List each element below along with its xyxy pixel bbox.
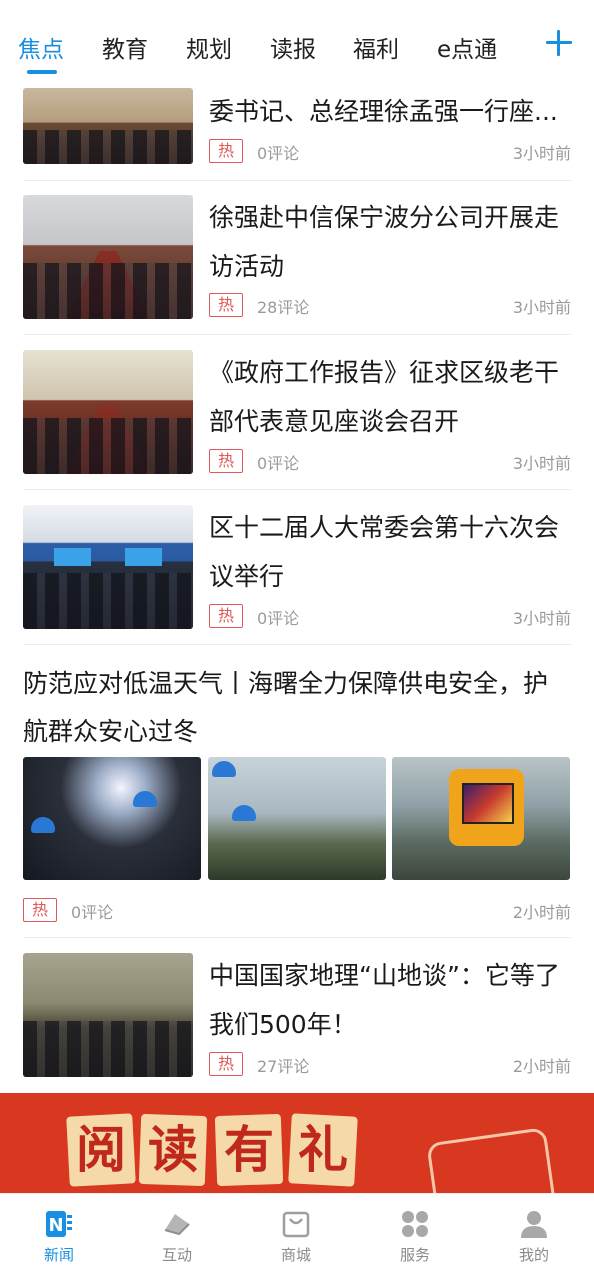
shop-icon [282, 1211, 310, 1238]
nav-interact[interactable]: 互动 [118, 1194, 236, 1280]
news-item[interactable]: 中国国家地理“山地谈”：它等了我们500年！ 热 27评论 2小时前 [23, 953, 571, 1077]
envelope-icon [426, 1127, 558, 1193]
interact-icon [164, 1214, 190, 1236]
news-title: 中国国家地理“山地谈”：它等了我们500年！ [209, 961, 560, 1039]
nav-label: 服务 [399, 1246, 430, 1264]
divider [23, 334, 571, 335]
comment-count: 0评论 [257, 454, 300, 473]
news-item[interactable]: 徐强赴中信保宁波分公司开展走访活动 热 28评论 3小时前 [23, 195, 571, 319]
feature-image-2[interactable] [208, 757, 386, 880]
nav-shop[interactable]: 商城 [237, 1194, 355, 1280]
tab-welfare[interactable]: 福利 [353, 30, 399, 64]
feature-title[interactable]: 防范应对低温天气丨海曙全力保障供电安全，护航群众安心过冬 [23, 660, 571, 756]
divider [23, 644, 571, 645]
thermal-camera-image [448, 769, 524, 846]
hot-badge: 热 [209, 293, 243, 317]
nav-news[interactable]: N 新闻 [0, 1194, 118, 1280]
news-thumbnail [23, 195, 193, 319]
publish-time: 2小时前 [512, 903, 571, 922]
people-image [23, 573, 193, 629]
people-image [23, 418, 193, 474]
news-item[interactable]: 《政府工作报告》征求区级老干部代表意见座谈会召开 热 0评论 3小时前 [23, 350, 571, 474]
divider [23, 937, 571, 938]
comment-count: 0评论 [71, 903, 114, 922]
nav-label: 商城 [280, 1246, 311, 1264]
nav-label: 我的 [518, 1246, 549, 1264]
hot-badge: 热 [209, 1052, 243, 1076]
helmet-image [31, 817, 55, 833]
hot-badge: 热 [23, 898, 57, 922]
tab-newspaper[interactable]: 读报 [270, 30, 316, 64]
comment-count: 0评论 [257, 144, 300, 163]
bottom-nav: N 新闻 互动 商城 服务 我的 [0, 1193, 594, 1280]
news-title: 区十二届人大常委会第十六次会议举行 [209, 513, 560, 591]
news-title: 徐强赴中信保宁波分公司开展走访活动 [209, 203, 560, 281]
add-channel-icon[interactable] [546, 30, 572, 56]
divider [23, 180, 571, 181]
people-image [23, 263, 193, 319]
feature-meta: 热 0评论 2小时前 [23, 898, 571, 922]
banner-char: 礼 [298, 1120, 348, 1179]
news-thumbnail [23, 505, 193, 629]
tab-e-dian-tong[interactable]: e点通 [437, 30, 497, 64]
nav-label: 互动 [161, 1246, 192, 1264]
people-image [23, 129, 193, 164]
svg-text:N: N [48, 1215, 63, 1236]
news-title: 委书记、总经理徐孟强一行座... [209, 97, 558, 126]
hot-badge: 热 [209, 139, 243, 163]
profile-icon [521, 1211, 547, 1238]
news-meta: 热 0评论 3小时前 [209, 139, 571, 163]
hot-badge: 热 [209, 604, 243, 628]
news-item[interactable]: 区十二届人大常委会第十六次会议举行 热 0评论 3小时前 [23, 505, 571, 629]
comment-count: 27评论 [257, 1057, 310, 1076]
news-thumbnail [23, 953, 193, 1077]
publish-time: 3小时前 [512, 298, 571, 317]
news-meta: 热 27评论 2小时前 [209, 1052, 571, 1076]
publish-time: 2小时前 [512, 1057, 571, 1076]
nav-service[interactable]: 服务 [356, 1194, 474, 1280]
nav-label: 新闻 [43, 1246, 74, 1264]
publish-time: 3小时前 [512, 144, 571, 163]
people-image [23, 1021, 193, 1077]
comment-count: 0评论 [257, 609, 300, 628]
promo-banner[interactable]: 阅 读 有 礼 [0, 1093, 594, 1193]
screen-image [53, 548, 91, 566]
tab-education[interactable]: 教育 [102, 30, 148, 64]
publish-time: 3小时前 [512, 609, 571, 628]
publish-time: 3小时前 [512, 454, 571, 473]
comment-count: 28评论 [257, 298, 310, 317]
banner-char: 阅 [76, 1120, 126, 1179]
nav-profile[interactable]: 我的 [475, 1194, 593, 1280]
screen-image [125, 548, 163, 566]
news-thumbnail [23, 350, 193, 474]
tab-planning[interactable]: 规划 [186, 30, 232, 64]
news-meta: 热 28评论 3小时前 [209, 293, 571, 317]
helmet-image [212, 761, 236, 777]
service-icon [402, 1211, 428, 1237]
helmet-image [133, 791, 157, 807]
banner-char: 读 [148, 1120, 198, 1179]
top-tab-bar: 焦点 教育 规划 读报 福利 e点通 [0, 0, 594, 86]
news-meta: 热 0评论 3小时前 [209, 449, 571, 473]
news-icon: N [46, 1211, 72, 1237]
helmet-image [232, 805, 256, 821]
banner-char: 有 [224, 1120, 274, 1179]
tab-focus[interactable]: 焦点 [18, 30, 64, 64]
news-title: 《政府工作报告》征求区级老干部代表意见座谈会召开 [209, 358, 560, 436]
hot-badge: 热 [209, 449, 243, 473]
news-meta: 热 0评论 3小时前 [209, 604, 571, 628]
active-tab-indicator [27, 70, 57, 74]
feature-image-3[interactable] [392, 757, 570, 880]
news-thumbnail [23, 88, 193, 164]
feature-image-1[interactable] [23, 757, 201, 880]
divider [23, 489, 571, 490]
news-item[interactable]: 委书记、总经理徐孟强一行座... 热 0评论 3小时前 [23, 88, 571, 164]
